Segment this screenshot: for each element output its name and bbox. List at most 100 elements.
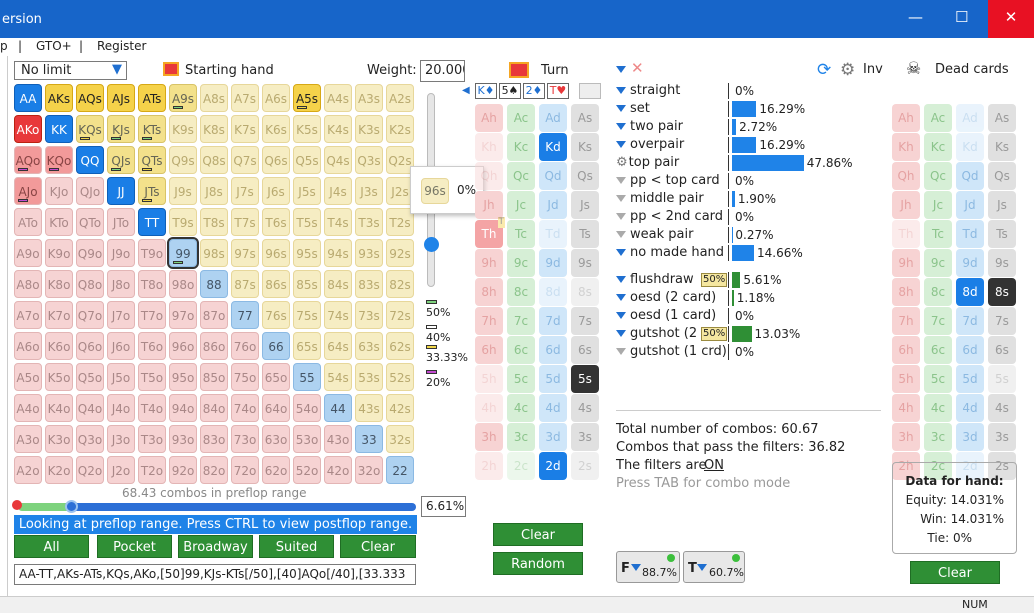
hand-cell-94s[interactable]: 94s xyxy=(324,239,352,267)
dead-card-Ah[interactable]: Ah xyxy=(892,104,920,132)
hand-cell-44[interactable]: 44 xyxy=(324,394,352,422)
hand-cell-K9o[interactable]: K9o xyxy=(45,239,73,267)
hand-cell-A7s[interactable]: A7s xyxy=(231,84,259,112)
hand-cell-72o[interactable]: 72o xyxy=(231,456,259,484)
turn-card-7h[interactable]: 7h xyxy=(475,307,503,335)
hand-cell-76o[interactable]: 76o xyxy=(231,332,259,360)
hand-cell-T3o[interactable]: T3o xyxy=(138,425,166,453)
hand-cell-J6o[interactable]: J6o xyxy=(107,332,135,360)
hand-cell-42s[interactable]: 42s xyxy=(386,394,414,422)
all-button[interactable]: All xyxy=(14,535,89,558)
hand-cell-A6s[interactable]: A6s xyxy=(262,84,290,112)
range-slider-handle[interactable] xyxy=(65,500,78,513)
hand-cell-95s[interactable]: 95s xyxy=(293,239,321,267)
dead-card-Js[interactable]: Js xyxy=(988,191,1016,219)
hand-cell-65o[interactable]: 65o xyxy=(262,363,290,391)
hand-cell-A4o[interactable]: A4o xyxy=(14,394,42,422)
hand-cell-K3o[interactable]: K3o xyxy=(45,425,73,453)
hand-cell-T7o[interactable]: T7o xyxy=(138,301,166,329)
turn-card-3h[interactable]: 3h xyxy=(475,423,503,451)
hand-cell-A2s[interactable]: A2s xyxy=(386,84,414,112)
filter-row-straight[interactable]: straight xyxy=(616,82,680,100)
turn-card-Jh[interactable]: Jh xyxy=(475,191,503,219)
turn-card-Tc[interactable]: Tc xyxy=(507,220,535,248)
hand-cell-A3s[interactable]: A3s xyxy=(355,84,383,112)
filter-row-weak-pair[interactable]: weak pair xyxy=(616,226,693,244)
hand-cell-K5s[interactable]: K5s xyxy=(293,115,321,143)
hand-cell-83o[interactable]: 83o xyxy=(200,425,228,453)
hand-cell-A7o[interactable]: A7o xyxy=(14,301,42,329)
hand-cell-A3o[interactable]: A3o xyxy=(14,425,42,453)
dead-card-Qc[interactable]: Qc xyxy=(924,162,952,190)
hand-cell-T5o[interactable]: T5o xyxy=(138,363,166,391)
hand-cell-KTo[interactable]: KTo xyxy=(45,208,73,236)
turn-card-Jc[interactable]: Jc xyxy=(507,191,535,219)
dead-card-4c[interactable]: 4c xyxy=(924,394,952,422)
dead-card-6s[interactable]: 6s xyxy=(988,336,1016,364)
dead-clear-button[interactable]: Clear xyxy=(910,561,1000,584)
dead-card-Tc[interactable]: Tc xyxy=(924,220,952,248)
funnel-icon[interactable] xyxy=(616,177,626,184)
turn-card-Kh[interactable]: Kh xyxy=(475,133,503,161)
hand-cell-43s[interactable]: 43s xyxy=(355,394,383,422)
turn-card-9h[interactable]: 9h xyxy=(475,249,503,277)
turn-card-8c[interactable]: 8c xyxy=(507,278,535,306)
hand-cell-86s[interactable]: 86s xyxy=(262,270,290,298)
board-card[interactable]: 2♦ xyxy=(523,83,545,99)
hand-cell-73s[interactable]: 73s xyxy=(355,301,383,329)
hand-cell-AQs[interactable]: AQs xyxy=(76,84,104,112)
dead-card-4d[interactable]: 4d xyxy=(956,394,984,422)
filter-row-gutshot-2-c[interactable]: gutshot (2 c xyxy=(616,325,708,343)
dead-card-Ac[interactable]: Ac xyxy=(924,104,952,132)
hand-cell-A2o[interactable]: A2o xyxy=(14,456,42,484)
dead-card-7s[interactable]: 7s xyxy=(988,307,1016,335)
hand-cell-K7s[interactable]: K7s xyxy=(231,115,259,143)
hand-cell-Q5o[interactable]: Q5o xyxy=(76,363,104,391)
hand-cell-54o[interactable]: 54o xyxy=(293,394,321,422)
turn-card-8h[interactable]: 8h xyxy=(475,278,503,306)
range-text-input[interactable]: AA-TT,AKs-ATs,KQs,AKo,[50]99,KJs-KTs[/50… xyxy=(14,564,416,585)
dead-card-Kh[interactable]: Kh xyxy=(892,133,920,161)
board-card[interactable]: K♦ xyxy=(475,83,497,99)
turn-card-Ts[interactable]: Ts xyxy=(571,220,599,248)
hand-cell-Q9s[interactable]: Q9s xyxy=(169,146,197,174)
funnel-icon[interactable] xyxy=(616,249,626,256)
hand-cell-83s[interactable]: 83s xyxy=(355,270,383,298)
funnel-icon[interactable] xyxy=(616,87,626,94)
hand-cell-52s[interactable]: 52s xyxy=(386,363,414,391)
hand-cell-T2o[interactable]: T2o xyxy=(138,456,166,484)
hand-cell-J3s[interactable]: J3s xyxy=(355,177,383,205)
turn-card-3c[interactable]: 3c xyxy=(507,423,535,451)
hand-cell-52o[interactable]: 52o xyxy=(293,456,321,484)
hand-cell-T6s[interactable]: T6s xyxy=(262,208,290,236)
hand-cell-J6s[interactable]: J6s xyxy=(262,177,290,205)
hand-cell-66[interactable]: 66 xyxy=(262,332,290,360)
limit-select[interactable]: No limit ▼ xyxy=(14,61,127,80)
turn-card-7s[interactable]: 7s xyxy=(571,307,599,335)
menu-item-register[interactable]: Register xyxy=(97,39,146,53)
hand-cell-82o[interactable]: 82o xyxy=(200,456,228,484)
hand-cell-Q4o[interactable]: Q4o xyxy=(76,394,104,422)
dead-card-9s[interactable]: 9s xyxy=(988,249,1016,277)
clear-filters-icon[interactable]: ✕ xyxy=(631,59,644,77)
turn-card-Kc[interactable]: Kc xyxy=(507,133,535,161)
turn-card-9c[interactable]: 9c xyxy=(507,249,535,277)
hand-cell-K9s[interactable]: K9s xyxy=(169,115,197,143)
hand-cell-74o[interactable]: 74o xyxy=(231,394,259,422)
turn-card-6c[interactable]: 6c xyxy=(507,336,535,364)
turn-card-5d[interactable]: 5d xyxy=(539,365,567,393)
turn-card-2h[interactable]: 2h xyxy=(475,452,503,480)
hand-cell-T4o[interactable]: T4o xyxy=(138,394,166,422)
turn-card-Ah[interactable]: Ah xyxy=(475,104,503,132)
hand-cell-64o[interactable]: 64o xyxy=(262,394,290,422)
hand-cell-87o[interactable]: 87o xyxy=(200,301,228,329)
arrow-left-icon[interactable]: ◀ xyxy=(462,85,470,96)
turn-card-6d[interactable]: 6d xyxy=(539,336,567,364)
hand-cell-ATo[interactable]: ATo xyxy=(14,208,42,236)
hand-cell-J5o[interactable]: J5o xyxy=(107,363,135,391)
hand-cell-KK[interactable]: KK xyxy=(45,115,73,143)
turn-card-Ad[interactable]: Ad xyxy=(539,104,567,132)
hand-cell-86o[interactable]: 86o xyxy=(200,332,228,360)
hand-cell-AKs[interactable]: AKs xyxy=(45,84,73,112)
dead-card-9c[interactable]: 9c xyxy=(924,249,952,277)
